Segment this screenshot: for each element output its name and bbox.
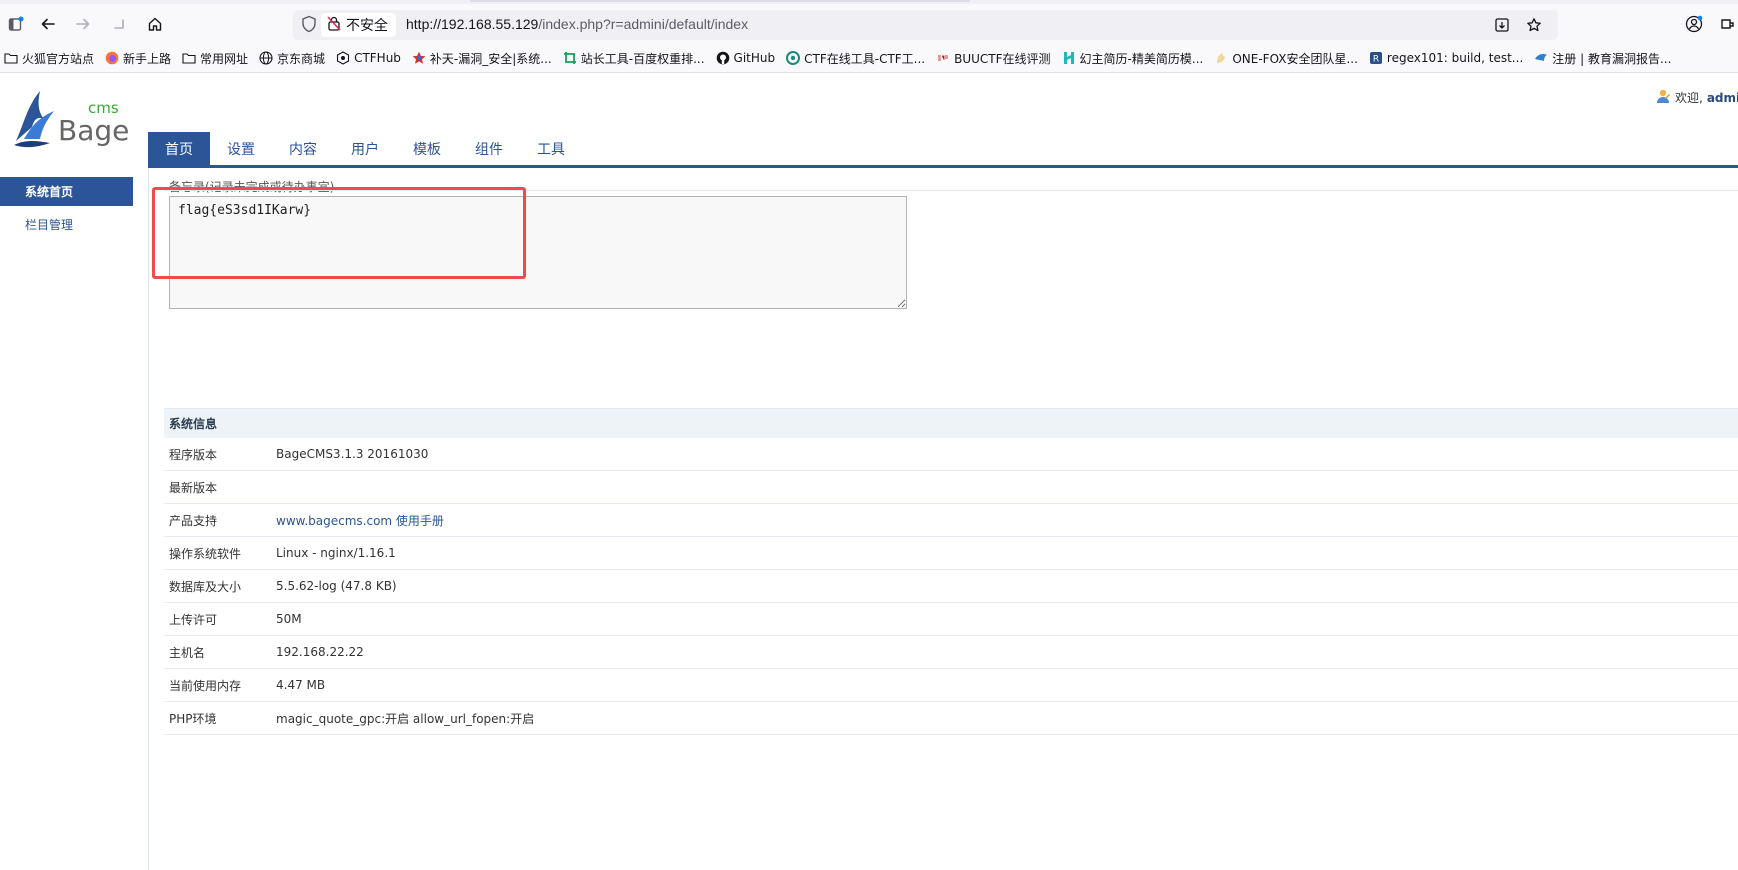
sysinfo-value: BageCMS3.1.3 20161030 — [276, 438, 1738, 471]
firefox-icon — [105, 51, 119, 65]
sysinfo-key: 主机名 — [164, 635, 276, 669]
table-row: 最新版本 — [164, 470, 1738, 504]
bookmark-item[interactable]: 注册 | 教育漏洞报告... — [1530, 50, 1678, 67]
url-host: http://192.168.55.129 — [406, 16, 539, 32]
sysinfo-value: 192.168.22.22 — [276, 635, 1738, 669]
browser-toolbar: 不安全 http://192.168.55.129/index.php?r=ad… — [0, 4, 1738, 44]
table-row: 上传许可 50M — [164, 602, 1738, 636]
table-row: 操作系统软件 Linux - nginx/1.16.1 — [164, 536, 1738, 570]
account-icon[interactable] — [1682, 12, 1706, 36]
table-row: 当前使用内存 4.47 MB — [164, 668, 1738, 702]
url-text[interactable]: http://192.168.55.129/index.php?r=admini… — [406, 16, 748, 32]
nav-tools[interactable]: 工具 — [520, 132, 582, 165]
bookmark-item[interactable]: 补天-漏洞_安全|系统... — [408, 50, 559, 67]
sysinfo-value: Linux - nginx/1.16.1 — [276, 536, 1738, 570]
sysinfo-key: 操作系统软件 — [164, 536, 276, 570]
ctftools-icon — [786, 51, 801, 65]
sysinfo-value: magic_quote_gpc:开启 allow_url_fopen:开启 — [276, 701, 1738, 735]
extensions-icon[interactable] — [1716, 12, 1738, 36]
bookmark-item[interactable]: GitHub — [712, 51, 783, 65]
nav-templates[interactable]: 模板 — [396, 132, 458, 165]
bookmark-item[interactable]: 幻主简历-精美简历模... — [1058, 50, 1211, 67]
save-to-pocket-icon[interactable] — [1491, 14, 1513, 36]
ctfhub-icon — [336, 51, 350, 65]
page: cms Bage 欢迎, admi 首页 设置 内容 用户 模板 组件 工具 系统… — [0, 73, 1738, 870]
table-row: 程序版本 BageCMS3.1.3 20161030 — [164, 438, 1738, 471]
sysinfo-key: 数据库及大小 — [164, 569, 276, 603]
back-icon[interactable] — [36, 12, 60, 36]
sidebar-toggle-icon[interactable] — [4, 12, 28, 36]
bagecms-logo[interactable]: cms Bage — [10, 83, 130, 153]
sidebar-item-system-home[interactable]: 系统首页 — [0, 177, 133, 206]
regex101-icon: R — [1369, 51, 1383, 65]
edusrc-icon — [1534, 51, 1548, 65]
forward-icon[interactable] — [71, 12, 95, 36]
bookmark-item[interactable]: 火狐官方站点 — [0, 50, 101, 67]
table-row: 数据库及大小 5.5.62-log (47.8 KB) — [164, 569, 1738, 603]
onefox-icon — [1214, 51, 1228, 65]
sysinfo-title: 系统信息 — [164, 408, 1738, 438]
butian-star-icon — [412, 51, 426, 65]
globe-icon — [259, 51, 273, 65]
bookmark-item[interactable]: 新手上路 — [101, 50, 178, 67]
welcome-user: 欢迎, admi — [1655, 88, 1738, 107]
bookmark-item[interactable]: CTF在线工具-CTF工... — [782, 50, 932, 67]
sysinfo-key: 最新版本 — [164, 470, 276, 504]
bookmark-item[interactable]: Rregex101: build, test... — [1365, 51, 1530, 65]
github-icon — [716, 51, 730, 65]
reload-icon[interactable] — [107, 12, 131, 36]
sysinfo-key: 上传许可 — [164, 602, 276, 636]
nav-content[interactable]: 内容 — [272, 132, 334, 165]
table-row: 产品支持 www.bagecms.com 使用手册 — [164, 503, 1738, 537]
huanzhu-icon — [1062, 51, 1076, 65]
nav-underline — [148, 165, 1738, 168]
table-row: PHP环境 magic_quote_gpc:开启 allow_url_fopen:… — [164, 701, 1738, 735]
bookmark-item[interactable]: 站长工具-百度权重排... — [559, 50, 712, 67]
home-icon[interactable] — [143, 12, 167, 36]
bookmark-item[interactable]: BUUCTF在线评测 — [932, 50, 1057, 67]
sysinfo-value: 4.47 MB — [276, 668, 1738, 702]
url-path: /index.php?r=admini/default/index — [538, 16, 749, 32]
memo-textarea[interactable]: flag{eS3sd1IKarw} — [169, 196, 907, 309]
nav-components[interactable]: 组件 — [458, 132, 520, 165]
sysinfo-value: 50M — [276, 602, 1738, 636]
svg-text:R: R — [1373, 55, 1379, 65]
bookmark-item[interactable]: ONE-FOX安全团队星... — [1210, 50, 1365, 67]
chinaz-icon — [563, 51, 577, 65]
sysinfo-value — [276, 470, 1738, 504]
bookmark-star-icon[interactable] — [1523, 14, 1545, 36]
sysinfo-value: 5.5.62-log (47.8 KB) — [276, 569, 1738, 603]
svg-text:Bage: Bage — [58, 114, 129, 147]
sysinfo-key: 产品支持 — [164, 503, 276, 537]
sysinfo-key: 当前使用内存 — [164, 668, 276, 702]
sysinfo-key: PHP环境 — [164, 701, 276, 735]
nav-settings[interactable]: 设置 — [210, 132, 272, 165]
bookmarks-toolbar: 火狐官方站点 新手上路 常用网址 京东商城 CTFHub 补天-漏洞_安全|系统… — [0, 44, 1738, 73]
folder-icon — [182, 51, 196, 65]
sidebar: 系统首页 栏目管理 — [0, 168, 149, 870]
bookmark-item[interactable]: 常用网址 — [178, 50, 255, 67]
welcome-prefix: 欢迎, — [1675, 91, 1703, 105]
nav-users[interactable]: 用户 — [334, 132, 396, 165]
table-row: 主机名 192.168.22.22 — [164, 635, 1738, 669]
sysinfo-table: 程序版本 BageCMS3.1.3 20161030 最新版本 产品支持 www.b… — [164, 438, 1738, 735]
insecure-label: 不安全 — [346, 18, 388, 34]
product-support-link[interactable]: www.bagecms.com 使用手册 — [276, 514, 444, 528]
insecure-badge[interactable]: 不安全 — [321, 13, 396, 37]
memo-label: 备忘录(记录未完成或待办事宜) — [169, 180, 335, 194]
memo-divider — [164, 190, 1738, 191]
user-avatar-icon — [1655, 88, 1671, 107]
url-bar[interactable]: 不安全 http://192.168.55.129/index.php?r=ad… — [293, 10, 1558, 40]
main-nav: 首页 设置 内容 用户 模板 组件 工具 — [148, 132, 582, 165]
sidebar-item-category-manage[interactable]: 栏目管理 — [0, 210, 133, 239]
bookmark-item[interactable]: CTFHub — [332, 51, 408, 65]
folder-icon — [4, 51, 18, 65]
buuctf-icon — [936, 51, 950, 65]
welcome-username[interactable]: admi — [1707, 91, 1738, 105]
lock-broken-icon — [327, 15, 341, 35]
tracking-shield-icon[interactable] — [301, 15, 317, 36]
sysinfo-key: 程序版本 — [164, 438, 276, 471]
nav-home[interactable]: 首页 — [148, 132, 210, 165]
bookmark-item[interactable]: 京东商城 — [255, 50, 332, 67]
